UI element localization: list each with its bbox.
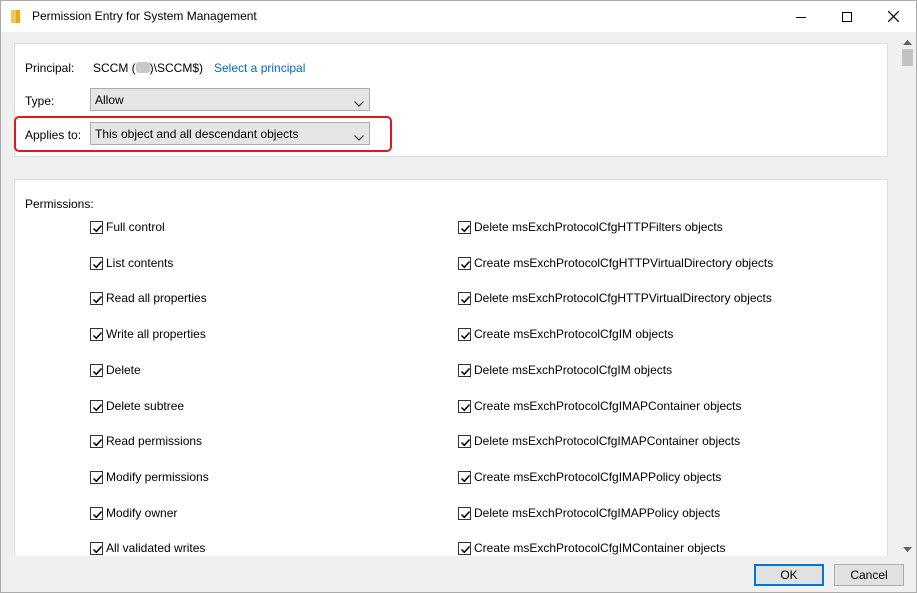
permission-checkbox[interactable] <box>458 256 471 270</box>
right-permission-row[interactable]: Create msExchProtocolCfgIM objects <box>458 326 673 342</box>
permission-label: Delete <box>106 363 141 377</box>
left-permission-row[interactable]: Read all properties <box>90 290 207 306</box>
right-permission-row[interactable]: Delete msExchProtocolCfgIMAPContainer ob… <box>458 433 740 449</box>
permission-label: Create msExchProtocolCfgHTTPVirtualDirec… <box>474 256 774 270</box>
permission-checkbox[interactable] <box>90 470 103 484</box>
left-permission-row[interactable]: Write all properties <box>90 326 206 342</box>
left-permission-row[interactable]: Modify owner <box>90 505 177 521</box>
permission-checkbox[interactable] <box>458 399 471 413</box>
permission-label: Modify owner <box>106 506 178 520</box>
left-permission-row[interactable]: Read permissions <box>90 433 202 449</box>
principal-value: SCCM ()\SCCM$) <box>93 61 204 75</box>
chevron-down-icon <box>354 130 364 144</box>
folder-icon <box>11 10 21 23</box>
permission-checkbox[interactable] <box>90 327 103 341</box>
permission-label: Write all properties <box>106 327 206 341</box>
permission-checkbox[interactable] <box>458 291 471 305</box>
right-permission-row[interactable]: Delete msExchProtocolCfgHTTPFilters obje… <box>458 219 723 235</box>
permission-checkbox[interactable] <box>90 506 103 520</box>
cancel-button[interactable]: Cancel <box>834 564 904 586</box>
vertical-scrollbar[interactable] <box>899 32 916 556</box>
right-permission-row[interactable]: Delete msExchProtocolCfgIMAPPolicy objec… <box>458 505 720 521</box>
caret-up-icon <box>903 34 912 48</box>
permission-label: Delete subtree <box>106 399 185 413</box>
permission-checkbox[interactable] <box>458 541 471 555</box>
right-permission-row[interactable]: Delete msExchProtocolCfgHTTPVirtualDirec… <box>458 290 772 306</box>
applies-to-value: This object and all descendant objects <box>95 127 299 141</box>
permission-entry-dialog: Permission Entry for System Management P… <box>0 0 917 593</box>
type-combobox[interactable]: Allow <box>90 88 370 111</box>
title-bar[interactable]: Permission Entry for System Management <box>1 1 916 32</box>
permission-checkbox[interactable] <box>90 434 103 448</box>
permission-checkbox[interactable] <box>90 256 103 270</box>
permission-checkbox[interactable] <box>458 434 471 448</box>
type-label: Type: <box>25 94 55 108</box>
permission-label: All validated writes <box>106 541 206 555</box>
permission-checkbox[interactable] <box>458 470 471 484</box>
close-button[interactable] <box>870 1 916 32</box>
left-permission-row[interactable]: Full control <box>90 219 165 235</box>
scroll-down-button[interactable] <box>899 539 916 556</box>
type-value: Allow <box>95 93 124 107</box>
permission-label: Read permissions <box>106 434 203 448</box>
chevron-down-icon <box>354 96 364 110</box>
permission-label: Modify permissions <box>106 470 209 484</box>
dialog-footer: OK Cancel <box>1 556 916 592</box>
permission-checkbox[interactable] <box>458 327 471 341</box>
permission-label: Create msExchProtocolCfgIMAPPolicy objec… <box>474 470 722 484</box>
permission-label: Create msExchProtocolCfgIMAPContainer ob… <box>474 399 742 413</box>
permission-label: List contents <box>106 256 174 270</box>
permission-label: Delete msExchProtocolCfgIMAPPolicy objec… <box>474 506 721 520</box>
permission-checkbox[interactable] <box>90 399 103 413</box>
right-permission-row[interactable]: Create msExchProtocolCfgIMAPPolicy objec… <box>458 469 721 485</box>
right-permission-row[interactable]: Create msExchProtocolCfgHTTPVirtualDirec… <box>458 255 773 271</box>
scrollbar-thumb[interactable] <box>902 49 913 66</box>
permission-label: Full control <box>106 220 165 234</box>
permissions-label: Permissions: <box>25 197 94 211</box>
permission-label: Create msExchProtocolCfgIM objects <box>474 327 674 341</box>
redacted-block <box>135 62 150 73</box>
permission-checkbox[interactable] <box>458 363 471 377</box>
caret-down-icon <box>903 541 912 555</box>
minimize-icon <box>796 12 806 22</box>
left-permission-row[interactable]: List contents <box>90 255 173 271</box>
maximize-icon <box>842 11 852 22</box>
permission-checkbox[interactable] <box>90 220 103 234</box>
right-permission-row[interactable]: Create msExchProtocolCfgIMAPContainer ob… <box>458 398 741 414</box>
left-permission-row[interactable]: Modify permissions <box>90 469 209 485</box>
permission-checkbox[interactable] <box>90 363 103 377</box>
permission-label: Delete msExchProtocolCfgHTTPFilters obje… <box>474 220 723 234</box>
dialog-content: Principal: SCCM ()\SCCM$) Select a princ… <box>1 32 899 556</box>
select-principal-link[interactable]: Select a principal <box>214 61 305 75</box>
permission-checkbox[interactable] <box>90 291 103 305</box>
principal-label: Principal: <box>25 61 75 75</box>
permission-label: Delete msExchProtocolCfgHTTPVirtualDirec… <box>474 291 772 305</box>
permission-checkbox[interactable] <box>90 541 103 555</box>
applies-to-combobox[interactable]: This object and all descendant objects <box>90 122 370 145</box>
left-permission-row[interactable]: Delete <box>90 362 141 378</box>
left-permission-row[interactable]: Delete subtree <box>90 398 184 414</box>
ok-button[interactable]: OK <box>754 564 824 586</box>
permission-label: Create msExchProtocolCfgIMContainer obje… <box>474 541 726 555</box>
permission-label: Read all properties <box>106 291 207 305</box>
scroll-up-button[interactable] <box>899 32 916 49</box>
right-permission-row[interactable]: Delete msExchProtocolCfgIM objects <box>458 362 672 378</box>
permission-checkbox[interactable] <box>458 220 471 234</box>
maximize-button[interactable] <box>824 1 870 32</box>
permission-label: Delete msExchProtocolCfgIM objects <box>474 363 673 377</box>
applies-to-label: Applies to: <box>25 128 82 142</box>
permissions-group <box>14 179 888 556</box>
left-permission-row[interactable]: All validated writes <box>90 540 205 556</box>
permission-label: Delete msExchProtocolCfgIMAPContainer ob… <box>474 434 741 448</box>
right-permission-row[interactable]: Create msExchProtocolCfgIMContainer obje… <box>458 540 725 556</box>
window-title: Permission Entry for System Management <box>32 9 257 23</box>
minimize-button[interactable] <box>778 1 824 32</box>
close-icon <box>887 11 899 22</box>
permission-checkbox[interactable] <box>458 506 471 520</box>
